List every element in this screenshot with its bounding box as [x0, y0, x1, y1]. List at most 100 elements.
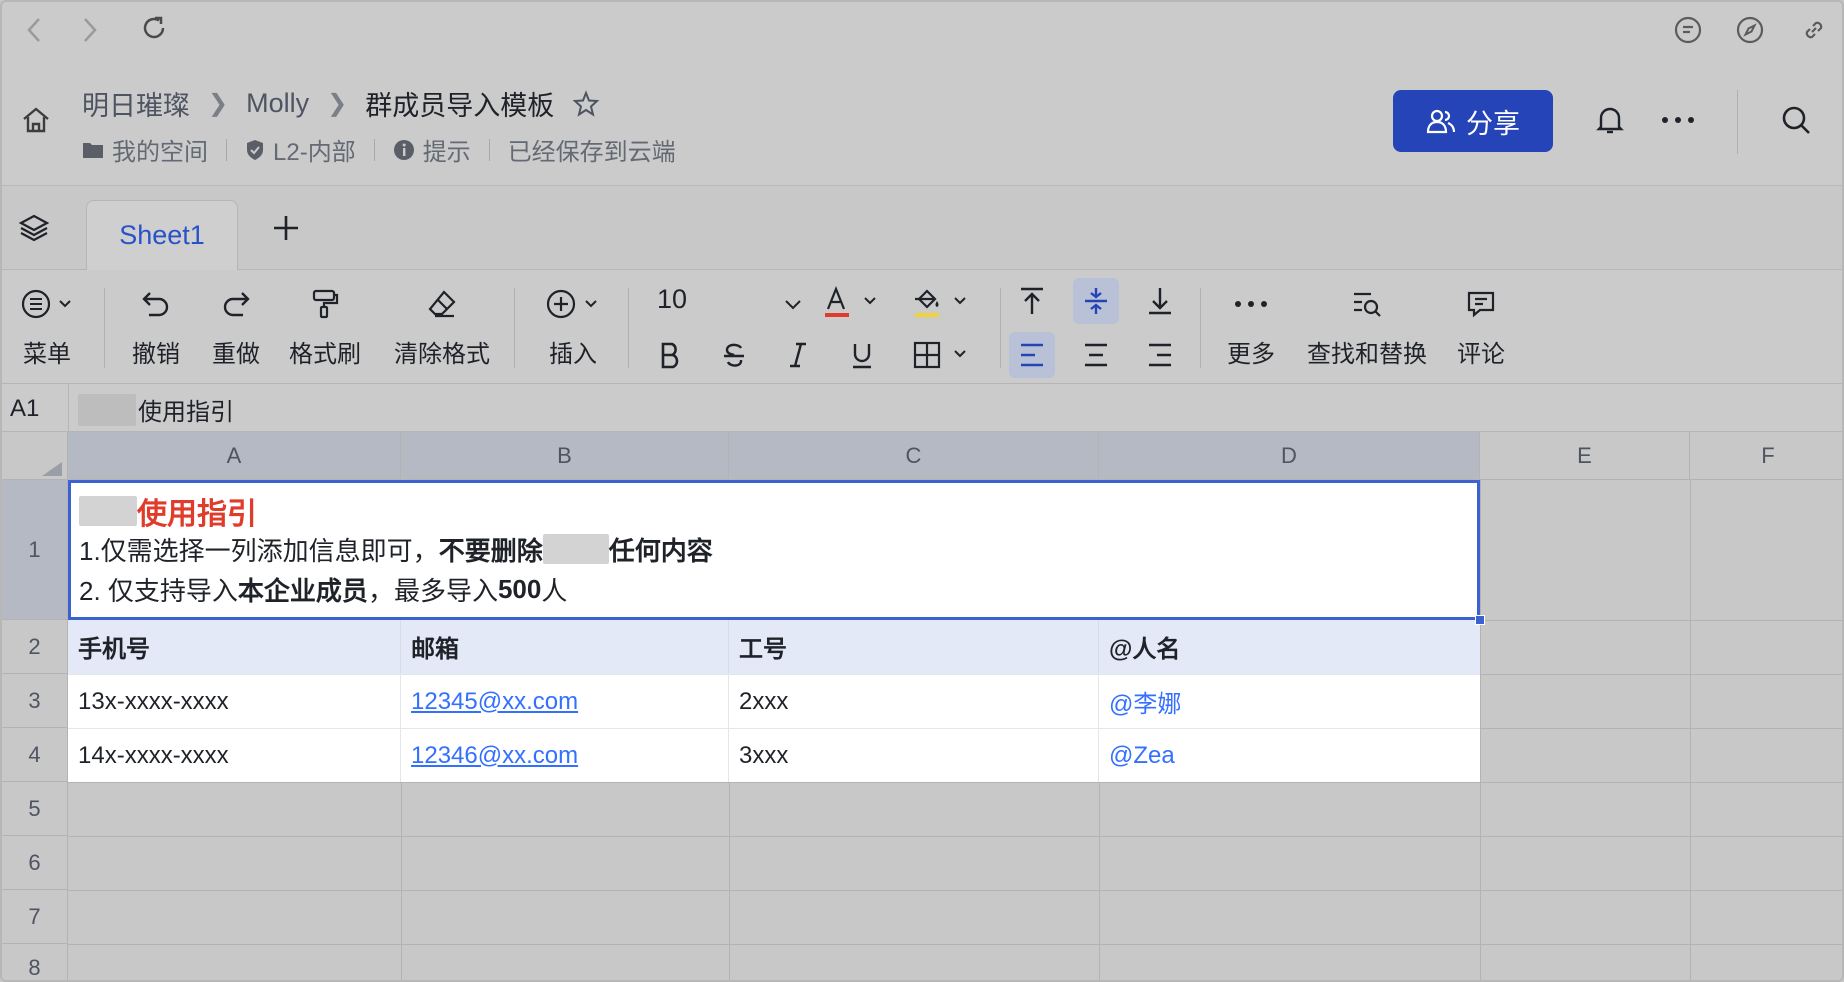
selected-merged-cell[interactable]: 使用指引 1.仅需选择一列添加信息即可， 不要删除 任何内容 2. 仅支持导入 …: [68, 480, 1480, 620]
column-header-d[interactable]: D: [1099, 432, 1480, 480]
more-button[interactable]: 更多: [1218, 284, 1284, 369]
breadcrumb-workspace[interactable]: 明日璀璨: [82, 84, 190, 123]
document-header: 明日璀璨 ❯ Molly ❯ 群成员导入模板 我的空间 L2-内部 提示 已经保…: [2, 58, 1842, 186]
more-icon[interactable]: [1656, 98, 1700, 142]
column-header-a[interactable]: A: [68, 432, 401, 480]
space-label[interactable]: 我的空间: [112, 132, 208, 167]
strikethrough-icon[interactable]: [711, 332, 757, 378]
undo-button[interactable]: 撤销: [126, 284, 186, 369]
row-header-5[interactable]: 5: [2, 782, 68, 836]
divider: [68, 384, 69, 432]
add-sheet-icon[interactable]: [266, 208, 306, 248]
menu-button[interactable]: 菜单: [12, 284, 82, 369]
column-header-f[interactable]: F: [1690, 432, 1842, 480]
row-header-2[interactable]: 2: [2, 620, 68, 674]
guide-line-2: 2. 仅支持导入 本企业成员 ，最多导入 500 人: [79, 569, 1469, 609]
align-top-icon[interactable]: [1009, 278, 1055, 324]
bold-icon[interactable]: [647, 332, 693, 378]
table-cell[interactable]: 手机号: [68, 620, 401, 673]
home-icon[interactable]: [16, 100, 56, 140]
table-cell[interactable]: 工号: [729, 620, 1099, 673]
document-title[interactable]: 群成员导入模板: [365, 84, 554, 123]
align-middle-icon[interactable]: [1073, 278, 1119, 324]
email-link[interactable]: 12346@xx.com: [401, 729, 729, 782]
tab-sheet1[interactable]: Sheet1: [86, 200, 238, 270]
divider: [628, 288, 629, 368]
folder-icon: [82, 141, 104, 159]
row-header-6[interactable]: 6: [2, 836, 68, 890]
row-header-4[interactable]: 4: [2, 728, 68, 782]
row-header-3[interactable]: 3: [2, 674, 68, 728]
borders-button[interactable]: [907, 332, 979, 378]
guide-emphasis: 任何内容: [608, 535, 713, 566]
gridline: [68, 890, 1842, 891]
italic-icon[interactable]: [775, 332, 821, 378]
clear-format-button[interactable]: 清除格式: [394, 284, 490, 369]
column-header-c[interactable]: C: [729, 432, 1099, 480]
redo-button[interactable]: 重做: [206, 284, 266, 369]
table-cell[interactable]: @人名: [1099, 620, 1480, 673]
security-label[interactable]: L2-内部: [273, 132, 356, 167]
email-link[interactable]: 12345@xx.com: [401, 675, 729, 728]
text-color-button[interactable]: [817, 280, 889, 326]
row-header-8[interactable]: 8: [2, 944, 68, 980]
guide-text: 2. 仅支持导入: [79, 575, 238, 606]
gridline: [1480, 480, 1481, 980]
back-icon[interactable]: [14, 10, 54, 50]
mention-link[interactable]: @李娜: [1099, 675, 1480, 728]
reload-icon[interactable]: [134, 8, 174, 48]
bell-icon[interactable]: [1588, 98, 1632, 142]
guide-title: 使用指引: [79, 493, 1469, 531]
align-bottom-icon[interactable]: [1137, 278, 1183, 324]
divider: [373, 138, 375, 161]
table-row: 14x-xxxx-xxxx 12346@xx.com 3xxx @Zea: [68, 728, 1480, 782]
star-icon[interactable]: [572, 89, 600, 118]
column-header-e[interactable]: E: [1480, 432, 1690, 480]
formula-input[interactable]: 使用指引: [78, 392, 234, 427]
row-header-1[interactable]: 1: [2, 480, 68, 620]
shield-icon: [245, 139, 265, 161]
forward-icon[interactable]: [70, 10, 110, 50]
comment-label: 评论: [1457, 341, 1505, 368]
align-center-icon[interactable]: [1073, 332, 1119, 378]
select-all-corner[interactable]: [2, 432, 68, 480]
table-cell[interactable]: 14x-xxxx-xxxx: [68, 729, 401, 782]
table-cell[interactable]: 2xxx: [729, 675, 1099, 728]
chevron-down-icon[interactable]: [770, 282, 816, 328]
guide-emphasis: 不要删除: [438, 535, 543, 566]
comment-button[interactable]: 评论: [1448, 284, 1514, 369]
format-painter-icon: [309, 284, 341, 324]
layers-icon[interactable]: [14, 208, 54, 248]
font-size-select[interactable]: 10: [657, 284, 687, 315]
column-header-b[interactable]: B: [401, 432, 729, 480]
breadcrumb-folder[interactable]: Molly: [246, 88, 309, 119]
hint-label[interactable]: 提示: [423, 132, 471, 167]
link-icon[interactable]: [1792, 8, 1836, 52]
table-cell[interactable]: 邮箱: [401, 620, 729, 673]
insert-button[interactable]: 插入: [538, 284, 608, 369]
underline-icon[interactable]: [839, 332, 885, 378]
cell-reference[interactable]: A1: [10, 395, 39, 423]
align-left-icon[interactable]: [1009, 332, 1055, 378]
formula-bar: A1 使用指引: [2, 384, 1842, 432]
sheet-tab-bar: Sheet1: [2, 186, 1842, 270]
find-replace-button[interactable]: 查找和替换: [1302, 284, 1432, 369]
align-right-icon[interactable]: [1137, 332, 1183, 378]
gridline: [1480, 674, 1842, 675]
row-header-7[interactable]: 7: [2, 890, 68, 944]
search-icon[interactable]: [1774, 98, 1818, 142]
compass-icon[interactable]: [1728, 8, 1772, 52]
gridline: [1690, 480, 1691, 980]
redacted-text: [78, 393, 136, 426]
table-cell[interactable]: 3xxx: [729, 729, 1099, 782]
divider: [1000, 288, 1001, 368]
format-painter-button[interactable]: 格式刷: [288, 284, 362, 369]
find-replace-label: 查找和替换: [1307, 341, 1427, 368]
table-cell[interactable]: 13x-xxxx-xxxx: [68, 675, 401, 728]
comment-icon[interactable]: [1666, 8, 1710, 52]
fill-handle[interactable]: [1475, 615, 1485, 625]
share-button[interactable]: 分享: [1393, 90, 1553, 152]
table-header-row: 手机号 邮箱 工号 @人名: [68, 620, 1480, 674]
fill-color-button[interactable]: [907, 280, 979, 326]
mention-link[interactable]: @Zea: [1099, 729, 1480, 782]
